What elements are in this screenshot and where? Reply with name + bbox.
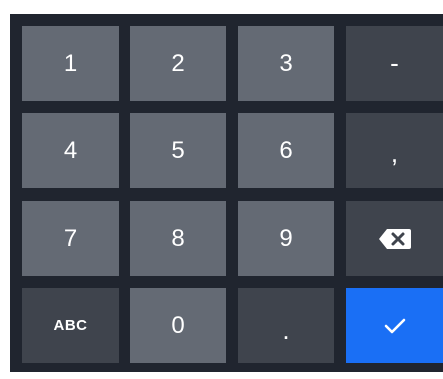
numeric-keypad: 1 2 3 - 4 5 6 , 7 8 9 ABC 0 . [10,14,443,372]
abc-key[interactable]: ABC [22,288,119,363]
key-2[interactable]: 2 [130,26,226,101]
backspace-icon [378,228,412,250]
key-comma[interactable]: , [346,113,443,188]
checkmark-icon [383,317,407,335]
key-dot[interactable]: . [238,288,334,363]
backspace-key[interactable] [346,201,443,276]
key-0[interactable]: 0 [130,288,226,363]
key-6[interactable]: 6 [238,113,334,188]
key-7[interactable]: 7 [22,201,119,276]
enter-key[interactable] [346,288,443,363]
key-minus[interactable]: - [346,26,443,101]
key-5[interactable]: 5 [130,113,226,188]
key-1[interactable]: 1 [22,26,119,101]
key-4[interactable]: 4 [22,113,119,188]
key-8[interactable]: 8 [130,201,226,276]
key-9[interactable]: 9 [238,201,334,276]
key-3[interactable]: 3 [238,26,334,101]
